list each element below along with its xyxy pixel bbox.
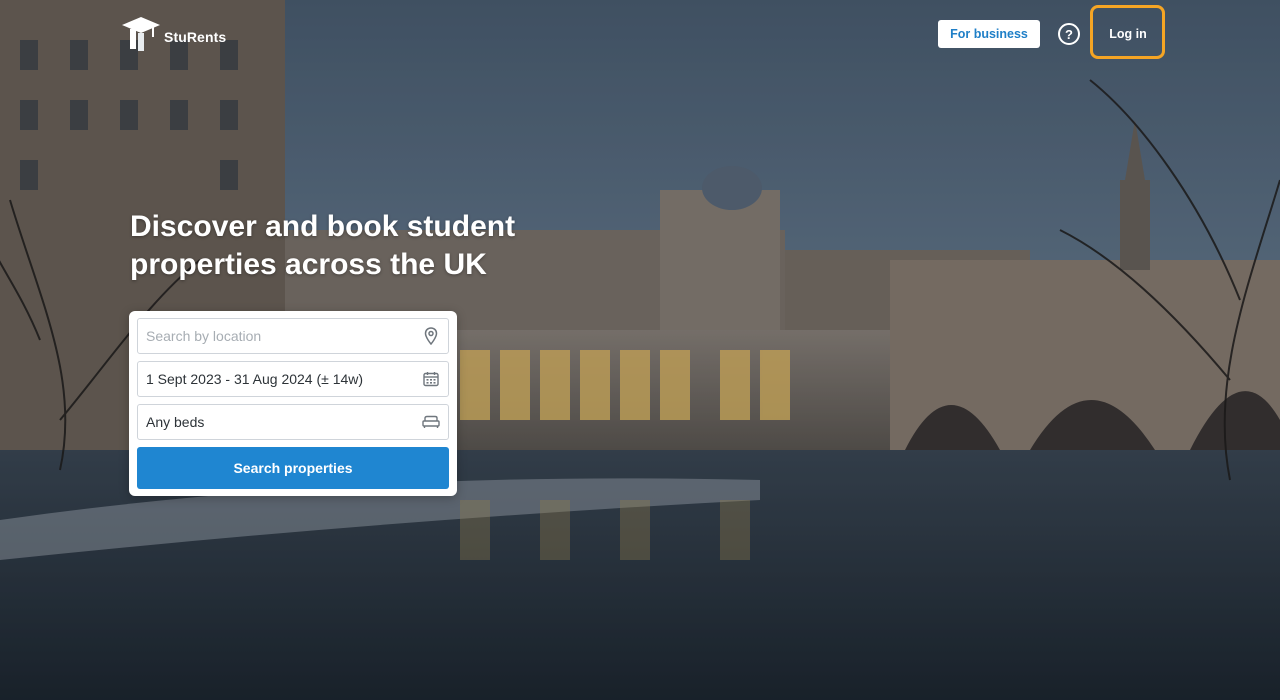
location-input[interactable] bbox=[146, 328, 422, 344]
logo-wordmark: StuRents bbox=[164, 29, 227, 45]
headline-line-1: Discover and book student bbox=[130, 210, 516, 243]
search-properties-button[interactable]: Search properties bbox=[137, 447, 449, 489]
search-card: 1 Sept 2023 - 31 Aug 2024 (± 14w) Any be… bbox=[129, 311, 457, 496]
sturents-logo[interactable]: StuRents bbox=[122, 17, 226, 51]
question-circle-icon[interactable]: ? bbox=[1058, 23, 1080, 45]
dates-value: 1 Sept 2023 - 31 Aug 2024 (± 14w) bbox=[146, 371, 364, 387]
beds-value: Any beds bbox=[146, 414, 205, 430]
dates-field[interactable]: 1 Sept 2023 - 31 Aug 2024 (± 14w) bbox=[137, 361, 449, 397]
location-field[interactable] bbox=[137, 318, 449, 354]
beds-field[interactable]: Any beds bbox=[137, 404, 449, 440]
for-business-button[interactable]: For business bbox=[938, 20, 1040, 48]
login-button[interactable]: Log in bbox=[1102, 22, 1154, 46]
hero-headline: Discover and book student properties acr… bbox=[130, 208, 590, 284]
map-pin-icon bbox=[422, 327, 440, 345]
headline-line-2: properties across the UK bbox=[130, 248, 487, 281]
bed-icon bbox=[422, 413, 440, 431]
calendar-icon bbox=[422, 370, 440, 388]
mortarboard-logo-icon bbox=[122, 17, 160, 51]
